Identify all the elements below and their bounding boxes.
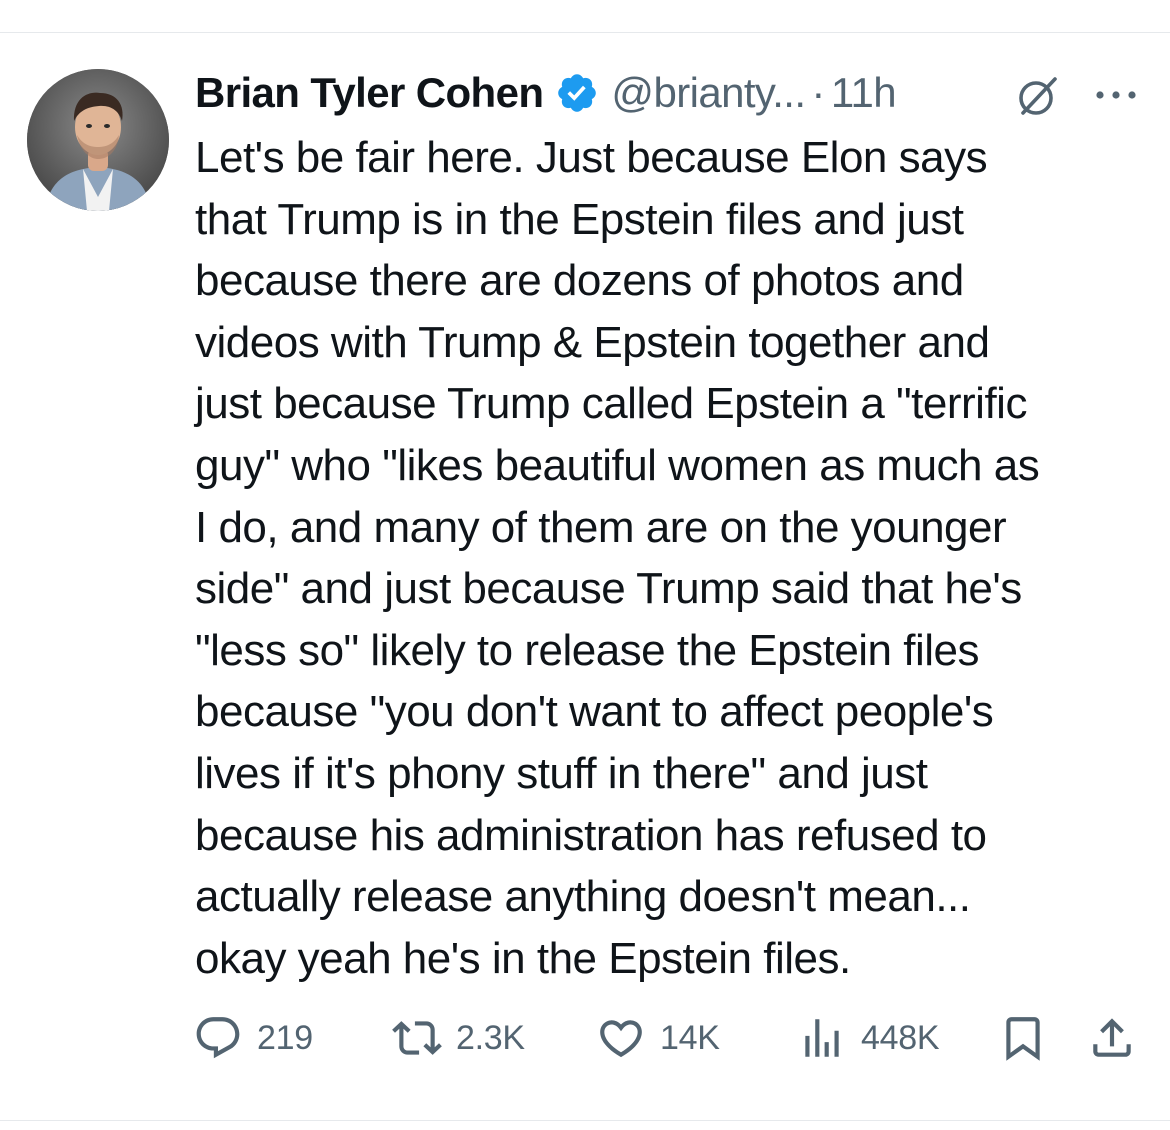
header-separator: · (811, 69, 825, 116)
views-button[interactable]: 448K (797, 1008, 940, 1068)
tweet-timestamp[interactable]: 11h (831, 69, 897, 117)
author-handle[interactable]: @brianty... (611, 69, 806, 117)
like-button[interactable]: 14K (596, 1008, 720, 1068)
bookmark-icon (998, 1013, 1048, 1063)
heart-icon (596, 1013, 646, 1063)
verified-badge-icon[interactable] (555, 71, 599, 115)
reply-count: 219 (257, 1018, 313, 1057)
repost-button[interactable]: 2.3K (392, 1008, 525, 1068)
tweet-header: Brian Tyler Cohen @brianty... · 11h (195, 63, 897, 123)
share-button[interactable] (1087, 1008, 1137, 1068)
avatar[interactable] (27, 69, 169, 211)
tweet[interactable]: Brian Tyler Cohen @brianty... · 11h Let'… (0, 33, 1170, 1120)
repost-icon (392, 1013, 442, 1063)
more-options-icon[interactable] (1093, 85, 1139, 105)
bookmark-button[interactable] (998, 1008, 1048, 1068)
reply-icon (193, 1013, 243, 1063)
reply-button[interactable]: 219 (193, 1008, 313, 1068)
author-display-name[interactable]: Brian Tyler Cohen (195, 69, 544, 117)
like-count: 14K (660, 1018, 720, 1057)
views-icon (797, 1013, 847, 1063)
repost-count: 2.3K (456, 1018, 525, 1057)
tweet-text: Let's be fair here. Just because Elon sa… (195, 133, 1040, 983)
share-icon (1087, 1013, 1137, 1063)
grok-icon[interactable] (1015, 73, 1061, 119)
tweet-actions: 219 2.3K 14K 448K (0, 1008, 1170, 1068)
views-count: 448K (861, 1018, 940, 1057)
bottom-divider (0, 1120, 1170, 1121)
